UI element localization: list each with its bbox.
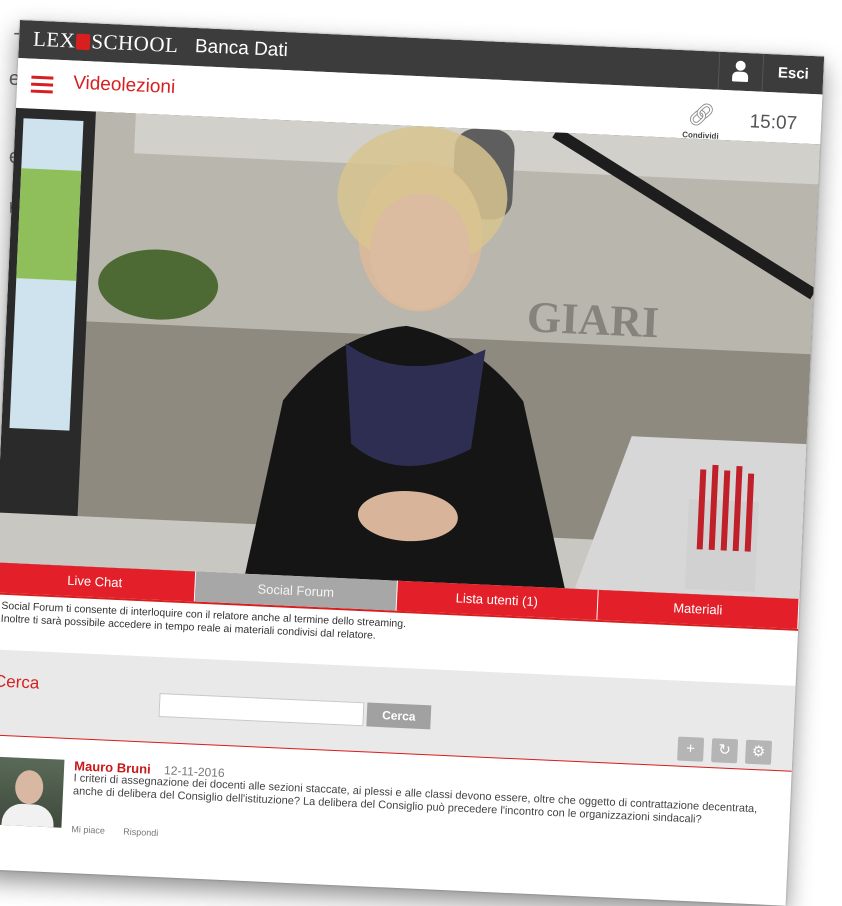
user-button[interactable] — [717, 51, 765, 92]
link-icon: 🔗︎ — [686, 101, 716, 128]
like-link[interactable]: Mi piace — [71, 824, 105, 836]
add-button[interactable]: + — [677, 736, 705, 762]
app-subtitle: Banca Dati — [194, 35, 289, 62]
video-player[interactable]: GIARI — [0, 107, 821, 599]
refresh-button[interactable]: ↻ — [711, 738, 739, 764]
search-input[interactable] — [158, 693, 365, 727]
wall-text: GIARI — [526, 292, 660, 347]
settings-button[interactable]: ⚙ — [745, 739, 773, 765]
hamburger-menu-icon[interactable] — [30, 75, 54, 94]
video-frame: GIARI — [0, 107, 821, 599]
bg-fragment: - — [13, 22, 20, 44]
post-text: I criteri di assegnazione dei docenti al… — [72, 772, 758, 826]
page-title: Videolezioni — [72, 72, 176, 99]
search-label: Cerca — [0, 671, 40, 693]
avatar — [0, 756, 65, 828]
logo-mark-icon — [76, 33, 91, 51]
reply-link[interactable]: Rispondi — [123, 827, 158, 839]
search-button[interactable]: Cerca — [366, 702, 432, 730]
app-window: LEX SCHOOL Banca Dati Esci Videolezioni 🔗… — [0, 20, 825, 906]
exit-button[interactable]: Esci — [761, 53, 825, 95]
plus-icon: + — [685, 739, 696, 758]
clock: 15:07 — [749, 111, 798, 135]
gear-icon: ⚙ — [751, 742, 766, 761]
refresh-icon: ↻ — [717, 741, 732, 759]
brand-logo[interactable]: LEX SCHOOL — [33, 27, 179, 59]
